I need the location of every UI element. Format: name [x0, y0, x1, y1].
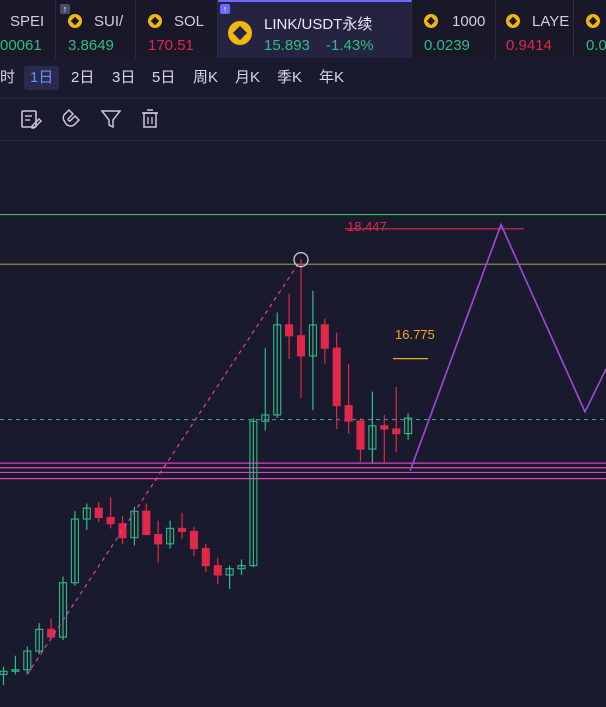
ticker-item-active[interactable]: ↑ LINK/USDT永续 15.893 -1.43% [218, 0, 412, 58]
period-selector: 时 1日 2日 3日 5日 周K 月K 季K 年K [0, 58, 606, 99]
period-2d[interactable]: 2日 [71, 66, 94, 90]
ticker-symbol: 1000 [452, 13, 486, 30]
candle-body-down [47, 628, 56, 638]
coin-icon [424, 14, 438, 28]
filter-icon[interactable] [100, 108, 122, 130]
coin-icon [148, 14, 162, 28]
candle-body-down [213, 565, 222, 576]
drawing-toolbar [0, 98, 606, 141]
ticker-symbol: SOL [174, 13, 205, 30]
ticker-item[interactable]: SPEI 00061 [0, 0, 56, 58]
trend-line [26, 259, 302, 675]
coin-icon [68, 14, 82, 28]
ticker-item[interactable]: 1000 0.0239 [412, 0, 496, 58]
edit-icon[interactable] [20, 108, 42, 130]
ticker-price: 0.0239 [424, 37, 470, 54]
trash-icon[interactable] [139, 108, 161, 130]
ticker-symbol: LAYE [532, 13, 570, 30]
coin-icon [586, 14, 600, 28]
candle-body-down [177, 527, 187, 533]
pin-icon: ↑ [60, 4, 70, 14]
candle-body-down [285, 324, 294, 337]
ticker-symbol: SUI/ [94, 13, 124, 30]
period-3d[interactable]: 3日 [112, 66, 135, 90]
ticker-price: 00061 [0, 37, 42, 54]
ticker-symbol: LINK/USDT永续 [264, 16, 373, 33]
period-week[interactable]: 周K [193, 66, 218, 90]
candle-body-down [94, 507, 103, 519]
ticker-item[interactable]: SOL 170.51 [136, 0, 218, 58]
candle-body-down [380, 425, 389, 430]
price-label-high: 18.447 [347, 219, 387, 234]
candle-body-down [344, 405, 353, 422]
pin-icon: ↑ [220, 4, 230, 14]
candle-body-down [154, 534, 163, 545]
candle-body-down [106, 516, 115, 525]
candle-body-down [356, 420, 365, 450]
coin-icon [506, 14, 520, 28]
ticker-price: 0.0 [586, 37, 606, 54]
period-1d[interactable]: 1日 [24, 66, 60, 90]
ticker-price: 3.8649 [68, 37, 114, 54]
ticker-item[interactable]: ↑ SUI/ 3.8649 [56, 0, 136, 58]
ticker-bar: SPEI 00061 ↑ SUI/ 3.8649 SOL 170.51 ↑ LI… [0, 0, 606, 58]
ticker-change: -1.43% [326, 37, 374, 54]
period-month[interactable]: 月K [235, 66, 260, 90]
candle-body-down [332, 347, 341, 407]
projection-path [409, 222, 606, 472]
candle-body-down [142, 510, 151, 536]
ticker-price: 0.9414 [506, 37, 552, 54]
ticker-item[interactable]: LAYE 0.9414 [496, 0, 574, 58]
period-hour[interactable]: 时 [0, 66, 15, 90]
ticker-price: 15.893 [264, 37, 310, 54]
ticker-item[interactable]: 0.0 [574, 0, 606, 58]
candle-body-down [392, 428, 401, 435]
period-year[interactable]: 年K [319, 66, 344, 90]
price-label-mid: 16.775 [395, 327, 435, 342]
coin-icon [228, 21, 252, 45]
candle-body-down [201, 548, 210, 567]
candle-body-down [296, 335, 306, 357]
ticker-symbol: SPEI [10, 13, 45, 30]
candle-body-down [189, 530, 198, 550]
ticker-price: 170.51 [148, 37, 194, 54]
chart-canvas[interactable] [0, 140, 606, 707]
candle-body-down [320, 324, 329, 349]
period-quarter[interactable]: 季K [277, 66, 302, 90]
magnet-icon[interactable] [60, 108, 82, 130]
candlestick-chart[interactable]: 18.447 16.775 [0, 140, 606, 707]
period-5d[interactable]: 5日 [152, 66, 175, 90]
